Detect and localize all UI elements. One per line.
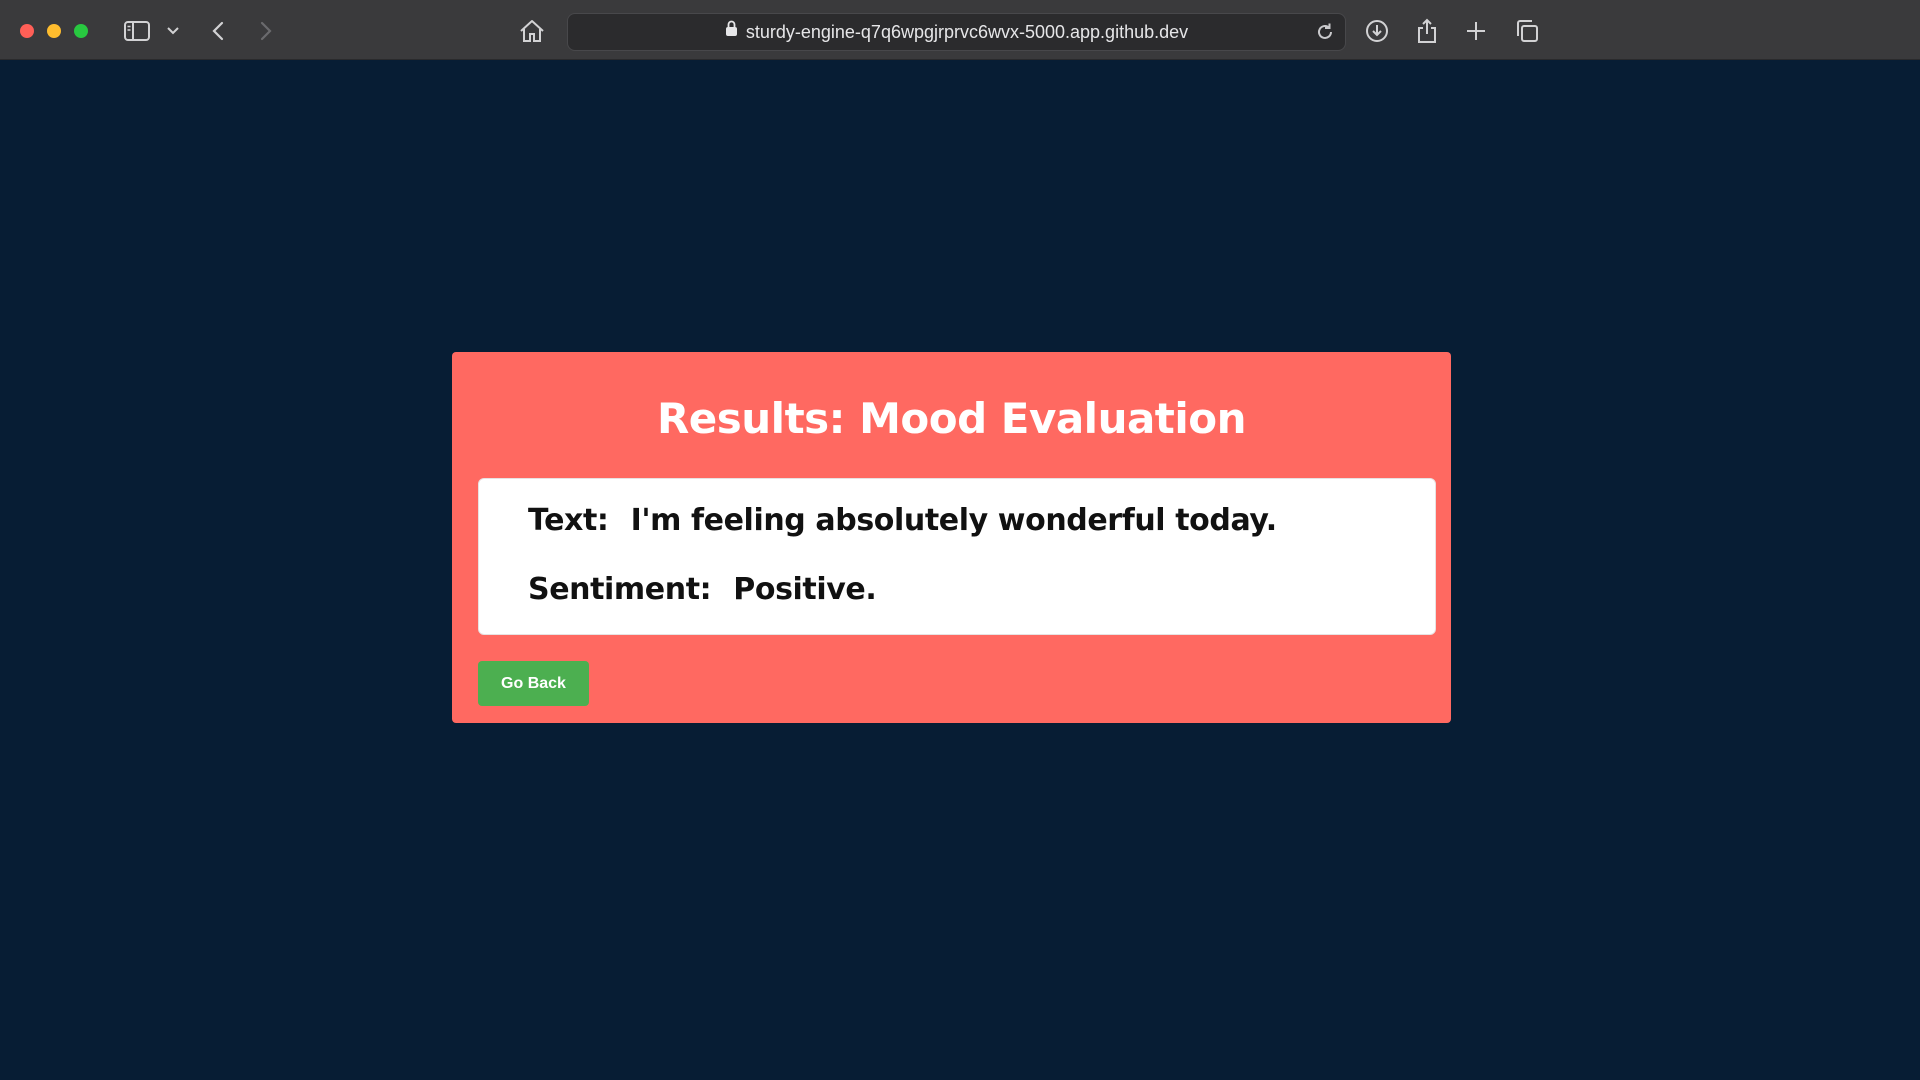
results-card: Results: Mood Evaluation Text: I'm feeli… <box>452 352 1451 723</box>
maximize-window-button[interactable] <box>74 24 88 38</box>
url-text: sturdy-engine-q7q6wpgjrprvc6wvx-5000.app… <box>745 21 1189 42</box>
reload-icon[interactable] <box>1315 22 1335 47</box>
sentiment-result-line: Sentiment: Positive. <box>528 572 877 607</box>
go-back-button[interactable]: Go Back <box>478 661 589 706</box>
share-icon[interactable] <box>1414 16 1440 46</box>
chevron-down-icon[interactable] <box>164 16 182 46</box>
close-window-button[interactable] <box>20 24 34 38</box>
sentiment-label: Sentiment: <box>528 572 712 607</box>
text-label: Text: <box>528 503 609 538</box>
sentiment-value: Positive. <box>733 572 877 607</box>
result-box: Text: I'm feeling absolutely wonderful t… <box>478 478 1436 635</box>
sidebar-icon[interactable] <box>122 16 152 46</box>
lock-icon <box>725 20 738 42</box>
tabs-overview-icon[interactable] <box>1514 16 1540 46</box>
page-title: Results: Mood Evaluation <box>656 394 1247 443</box>
new-tab-icon[interactable] <box>1464 16 1488 46</box>
back-icon[interactable] <box>208 16 228 46</box>
text-result-line: Text: I'm feeling absolutely wonderful t… <box>528 503 1277 538</box>
download-icon[interactable] <box>1364 16 1390 46</box>
forward-icon[interactable] <box>256 16 276 46</box>
minimize-window-button[interactable] <box>47 24 61 38</box>
address-bar[interactable]: sturdy-engine-q7q6wpgjrprvc6wvx-5000.app… <box>567 13 1346 51</box>
text-value: I'm feeling absolutely wonderful today. <box>630 503 1278 538</box>
browser-toolbar: sturdy-engine-q7q6wpgjrprvc6wvx-5000.app… <box>0 0 1920 60</box>
home-icon[interactable] <box>518 16 546 46</box>
